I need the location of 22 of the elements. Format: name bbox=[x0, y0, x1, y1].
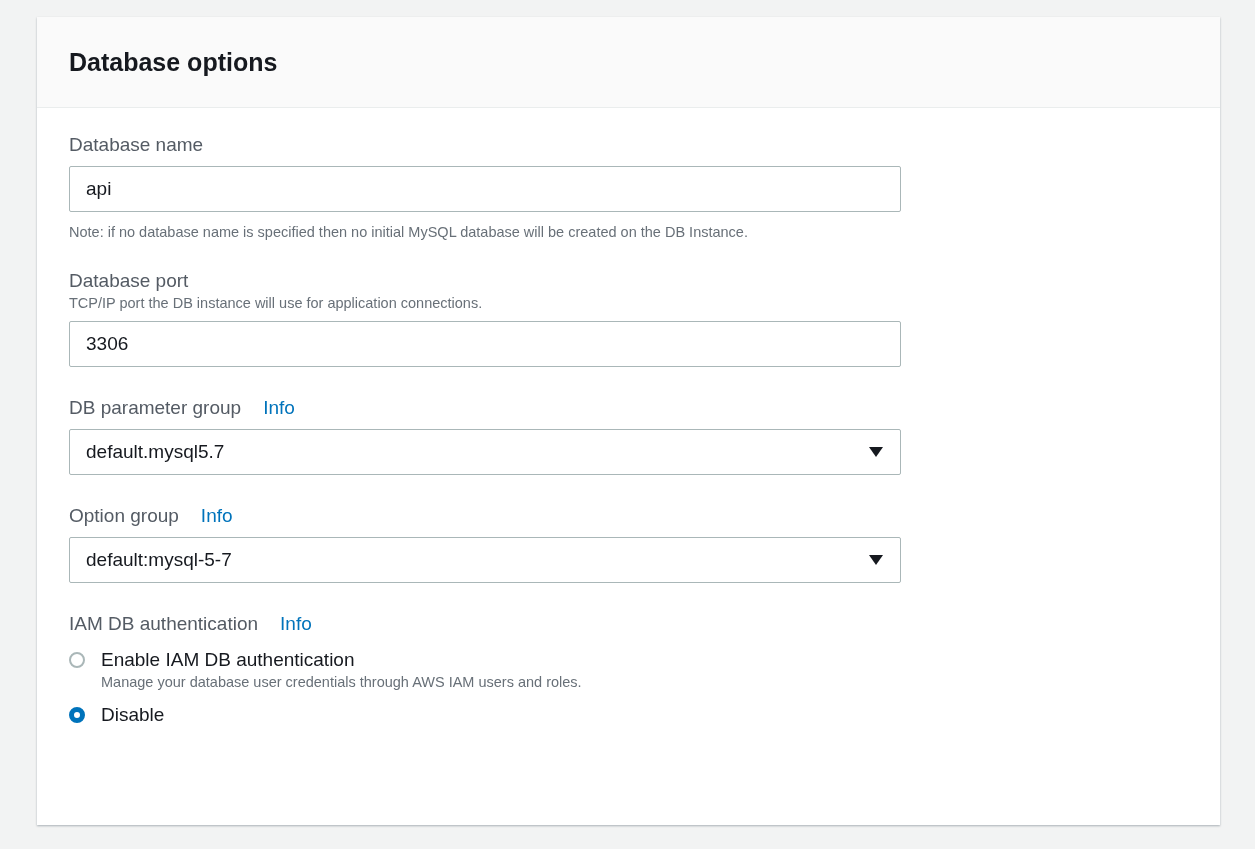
option-description: Manage your database user credentials through AWS IAM users and roles. bbox=[101, 674, 582, 690]
input-field[interactable]: 3306 bbox=[69, 321, 901, 367]
radio-button[interactable] bbox=[69, 707, 85, 723]
info-link[interactable]: Info bbox=[280, 613, 312, 635]
caret-icon bbox=[868, 446, 884, 458]
info-link[interactable]: Info bbox=[200, 505, 233, 527]
radio-label: Enable IAM DB authentication bbox=[101, 649, 356, 671]
field-label: DB parameter group bbox=[69, 397, 242, 419]
field-description: TCP/IP port the DB instance will use for application connections. bbox=[69, 295, 484, 311]
field-label: Database port bbox=[69, 270, 189, 292]
panel-title: Database options bbox=[69, 47, 278, 77]
input-field[interactable]: api bbox=[69, 166, 901, 212]
radio-label: Disable bbox=[101, 704, 165, 726]
caret-icon bbox=[868, 554, 884, 566]
field-label: Option group bbox=[69, 505, 179, 527]
field-label: IAM DB authentication bbox=[69, 613, 259, 635]
field-note: Note: if no database name is specified then no initial MySQL database will be created on the DB Instance. bbox=[69, 224, 749, 240]
info-link[interactable]: Info bbox=[263, 397, 295, 419]
dropdown[interactable]: default.mysql5.7 bbox=[69, 429, 901, 475]
dropdown[interactable]: default:mysql-5-7 bbox=[69, 537, 901, 583]
field-label: Database name bbox=[69, 134, 204, 156]
radio-button[interactable] bbox=[69, 652, 85, 668]
